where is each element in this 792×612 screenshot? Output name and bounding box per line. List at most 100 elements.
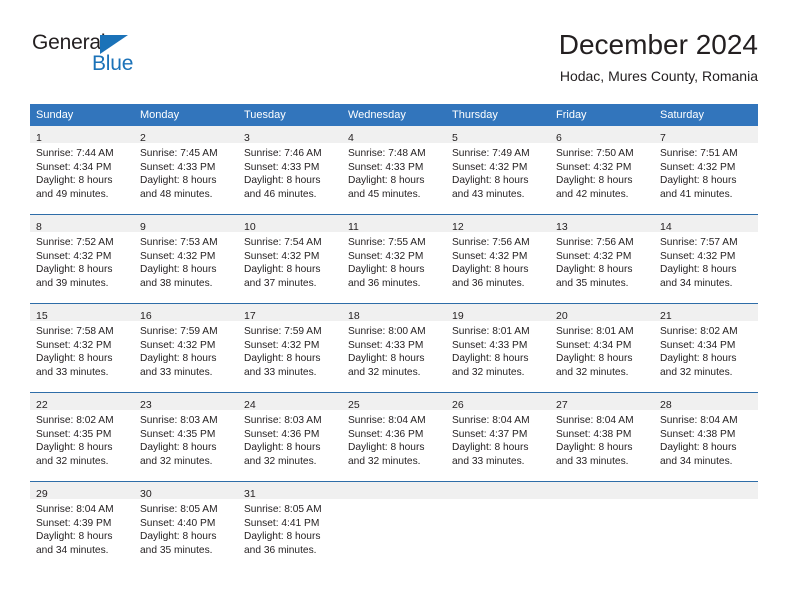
calendar-day-cell[interactable]: 31 Sunrise: 8:05 AM Sunset: 4:41 PM Dayligh… <box>238 481 342 570</box>
day-detail: Sunrise: 7:58 AM Sunset: 4:32 PM Daylight:… <box>30 321 134 379</box>
calendar-day-cell[interactable] <box>446 481 550 570</box>
calendar-day-cell[interactable]: 13 Sunrise: 7:56 AM Sunset: 4:32 PM Dayligh… <box>550 214 654 304</box>
sunrise-time: Sunrise: 8:01 AM <box>452 326 530 337</box>
day-detail: Sunrise: 7:50 AM Sunset: 4:32 PM Daylight:… <box>550 143 654 201</box>
daylight-duration-line1: Daylight: 8 hours <box>660 353 737 365</box>
sunset-time: Sunset: 4:34 PM <box>36 161 112 173</box>
calendar-day-cell[interactable]: 9 Sunrise: 7:53 AM Sunset: 4:32 PM Daylight… <box>134 214 238 304</box>
day-detail: Sunrise: 8:03 AM Sunset: 4:35 PM Daylight:… <box>134 410 238 468</box>
daylight-duration-line2: and 32 minutes. <box>36 455 109 467</box>
calendar-day-cell[interactable]: 10 Sunrise: 7:54 AM Sunset: 4:32 PM Dayligh… <box>238 214 342 304</box>
calendar-day-cell[interactable]: 24 Sunrise: 8:03 AM Sunset: 4:36 PM Dayligh… <box>238 392 342 482</box>
sunrise-time: Sunrise: 8:05 AM <box>140 504 218 515</box>
calendar-day-cell[interactable]: 19 Sunrise: 8:01 AM Sunset: 4:33 PM Dayligh… <box>446 303 550 393</box>
day-number-band: 7 <box>654 126 758 144</box>
sunset-time: Sunset: 4:32 PM <box>660 250 736 262</box>
day-number: 27 <box>556 399 568 411</box>
calendar-day-cell[interactable]: 16 Sunrise: 7:59 AM Sunset: 4:32 PM Dayligh… <box>134 303 238 393</box>
day-number-band: 8 <box>30 215 134 233</box>
day-number-band <box>654 482 758 499</box>
calendar-week-row: 22 Sunrise: 8:02 AM Sunset: 4:35 PM Dayligh… <box>30 392 758 482</box>
day-number: 3 <box>244 132 250 144</box>
calendar-day-cell[interactable]: 11 Sunrise: 7:55 AM Sunset: 4:32 PM Dayligh… <box>342 214 446 304</box>
day-number: 19 <box>452 310 464 322</box>
daylight-duration-line2: and 34 minutes. <box>660 277 733 289</box>
calendar-day-cell[interactable] <box>654 481 758 570</box>
sunrise-sunset-calendar: Sunday Monday Tuesday Wednesday Thursday… <box>30 104 758 570</box>
day-detail: Sunrise: 7:56 AM Sunset: 4:32 PM Daylight:… <box>550 232 654 290</box>
calendar-day-cell[interactable]: 12 Sunrise: 7:56 AM Sunset: 4:32 PM Dayligh… <box>446 214 550 304</box>
day-number-band: 5 <box>446 126 550 144</box>
weekday-header-wednesday: Wednesday <box>342 104 446 126</box>
day-cell-content: 10 Sunrise: 7:54 AM Sunset: 4:32 PM Dayligh… <box>238 215 342 303</box>
day-cell-content: 19 Sunrise: 8:01 AM Sunset: 4:33 PM Dayligh… <box>446 304 550 392</box>
daylight-duration-line1: Daylight: 8 hours <box>452 175 529 187</box>
daylight-duration-line1: Daylight: 8 hours <box>348 442 425 454</box>
sunrise-time: Sunrise: 7:59 AM <box>140 326 218 337</box>
sunset-time: Sunset: 4:32 PM <box>244 250 320 262</box>
calendar-day-cell[interactable]: 8 Sunrise: 7:52 AM Sunset: 4:32 PM Daylight… <box>30 214 134 304</box>
daylight-duration-line1: Daylight: 8 hours <box>556 353 633 365</box>
calendar-day-cell[interactable]: 18 Sunrise: 8:00 AM Sunset: 4:33 PM Dayligh… <box>342 303 446 393</box>
calendar-day-cell[interactable]: 23 Sunrise: 8:03 AM Sunset: 4:35 PM Dayligh… <box>134 392 238 482</box>
title-block: December 2024 Hodac, Mures County, Roman… <box>559 28 758 85</box>
daylight-duration-line1: Daylight: 8 hours <box>140 531 217 543</box>
day-cell-content: 14 Sunrise: 7:57 AM Sunset: 4:32 PM Dayligh… <box>654 215 758 303</box>
weekday-header-monday: Monday <box>134 104 238 126</box>
calendar-day-cell[interactable]: 29 Sunrise: 8:04 AM Sunset: 4:39 PM Dayligh… <box>30 481 134 570</box>
calendar-day-cell[interactable]: 28 Sunrise: 8:04 AM Sunset: 4:38 PM Dayligh… <box>654 392 758 482</box>
sunrise-time: Sunrise: 7:54 AM <box>244 237 322 248</box>
calendar-day-cell[interactable] <box>550 481 654 570</box>
sunrise-time: Sunrise: 8:04 AM <box>348 415 426 426</box>
daylight-duration-line1: Daylight: 8 hours <box>660 175 737 187</box>
sunset-time: Sunset: 4:33 PM <box>348 339 424 351</box>
day-cell-content <box>654 482 758 570</box>
calendar-day-cell[interactable]: 30 Sunrise: 8:05 AM Sunset: 4:40 PM Dayligh… <box>134 481 238 570</box>
daylight-duration-line1: Daylight: 8 hours <box>452 353 529 365</box>
day-cell-content: 26 Sunrise: 8:04 AM Sunset: 4:37 PM Dayligh… <box>446 393 550 481</box>
calendar-header-row: Sunday Monday Tuesday Wednesday Thursday… <box>30 104 758 126</box>
calendar-day-cell[interactable]: 1 Sunrise: 7:44 AM Sunset: 4:34 PM Daylight… <box>30 126 134 215</box>
sunrise-time: Sunrise: 7:55 AM <box>348 237 426 248</box>
day-number-band: 24 <box>238 393 342 411</box>
calendar-day-cell[interactable]: 2 Sunrise: 7:45 AM Sunset: 4:33 PM Daylight… <box>134 126 238 215</box>
calendar-day-cell[interactable]: 15 Sunrise: 7:58 AM Sunset: 4:32 PM Dayligh… <box>30 303 134 393</box>
calendar-day-cell[interactable]: 21 Sunrise: 8:02 AM Sunset: 4:34 PM Dayligh… <box>654 303 758 393</box>
general-blue-logo[interactable]: General Blue <box>32 32 162 84</box>
day-detail: Sunrise: 8:02 AM Sunset: 4:34 PM Daylight:… <box>654 321 758 379</box>
day-number-band: 1 <box>30 126 134 144</box>
daylight-duration-line1: Daylight: 8 hours <box>140 353 217 365</box>
daylight-duration-line2: and 35 minutes. <box>556 277 629 289</box>
calendar-day-cell[interactable]: 27 Sunrise: 8:04 AM Sunset: 4:38 PM Dayligh… <box>550 392 654 482</box>
daylight-duration-line2: and 45 minutes. <box>348 188 421 200</box>
day-detail: Sunrise: 7:48 AM Sunset: 4:33 PM Daylight:… <box>342 143 446 201</box>
calendar-day-cell[interactable]: 4 Sunrise: 7:48 AM Sunset: 4:33 PM Daylight… <box>342 126 446 215</box>
sunrise-time: Sunrise: 7:52 AM <box>36 237 114 248</box>
calendar-day-cell[interactable]: 3 Sunrise: 7:46 AM Sunset: 4:33 PM Daylight… <box>238 126 342 215</box>
calendar-day-cell[interactable] <box>342 481 446 570</box>
calendar-day-cell[interactable]: 6 Sunrise: 7:50 AM Sunset: 4:32 PM Daylight… <box>550 126 654 215</box>
calendar-day-cell[interactable]: 26 Sunrise: 8:04 AM Sunset: 4:37 PM Dayligh… <box>446 392 550 482</box>
calendar-day-cell[interactable]: 20 Sunrise: 8:01 AM Sunset: 4:34 PM Dayligh… <box>550 303 654 393</box>
sunrise-time: Sunrise: 7:57 AM <box>660 237 738 248</box>
day-detail: Sunrise: 8:01 AM Sunset: 4:34 PM Daylight:… <box>550 321 654 379</box>
calendar-day-cell[interactable]: 5 Sunrise: 7:49 AM Sunset: 4:32 PM Daylight… <box>446 126 550 215</box>
sunset-time: Sunset: 4:33 PM <box>348 161 424 173</box>
sunset-time: Sunset: 4:33 PM <box>140 161 216 173</box>
day-number: 31 <box>244 488 256 500</box>
calendar-day-cell[interactable]: 25 Sunrise: 8:04 AM Sunset: 4:36 PM Dayligh… <box>342 392 446 482</box>
day-cell-content: 12 Sunrise: 7:56 AM Sunset: 4:32 PM Dayligh… <box>446 215 550 303</box>
calendar-day-cell[interactable]: 7 Sunrise: 7:51 AM Sunset: 4:32 PM Daylight… <box>654 126 758 215</box>
daylight-duration-line2: and 32 minutes. <box>140 455 213 467</box>
day-number: 16 <box>140 310 152 322</box>
day-cell-content: 1 Sunrise: 7:44 AM Sunset: 4:34 PM Daylight… <box>30 126 134 214</box>
calendar-day-cell[interactable]: 17 Sunrise: 7:59 AM Sunset: 4:32 PM Dayligh… <box>238 303 342 393</box>
day-number: 6 <box>556 132 562 144</box>
calendar-day-cell[interactable]: 22 Sunrise: 8:02 AM Sunset: 4:35 PM Dayligh… <box>30 392 134 482</box>
sunset-time: Sunset: 4:32 PM <box>556 161 632 173</box>
calendar-day-cell[interactable]: 14 Sunrise: 7:57 AM Sunset: 4:32 PM Dayligh… <box>654 214 758 304</box>
sunset-time: Sunset: 4:32 PM <box>140 250 216 262</box>
sunrise-time: Sunrise: 7:56 AM <box>452 237 530 248</box>
day-detail: Sunrise: 7:59 AM Sunset: 4:32 PM Daylight:… <box>238 321 342 379</box>
day-number: 25 <box>348 399 360 411</box>
